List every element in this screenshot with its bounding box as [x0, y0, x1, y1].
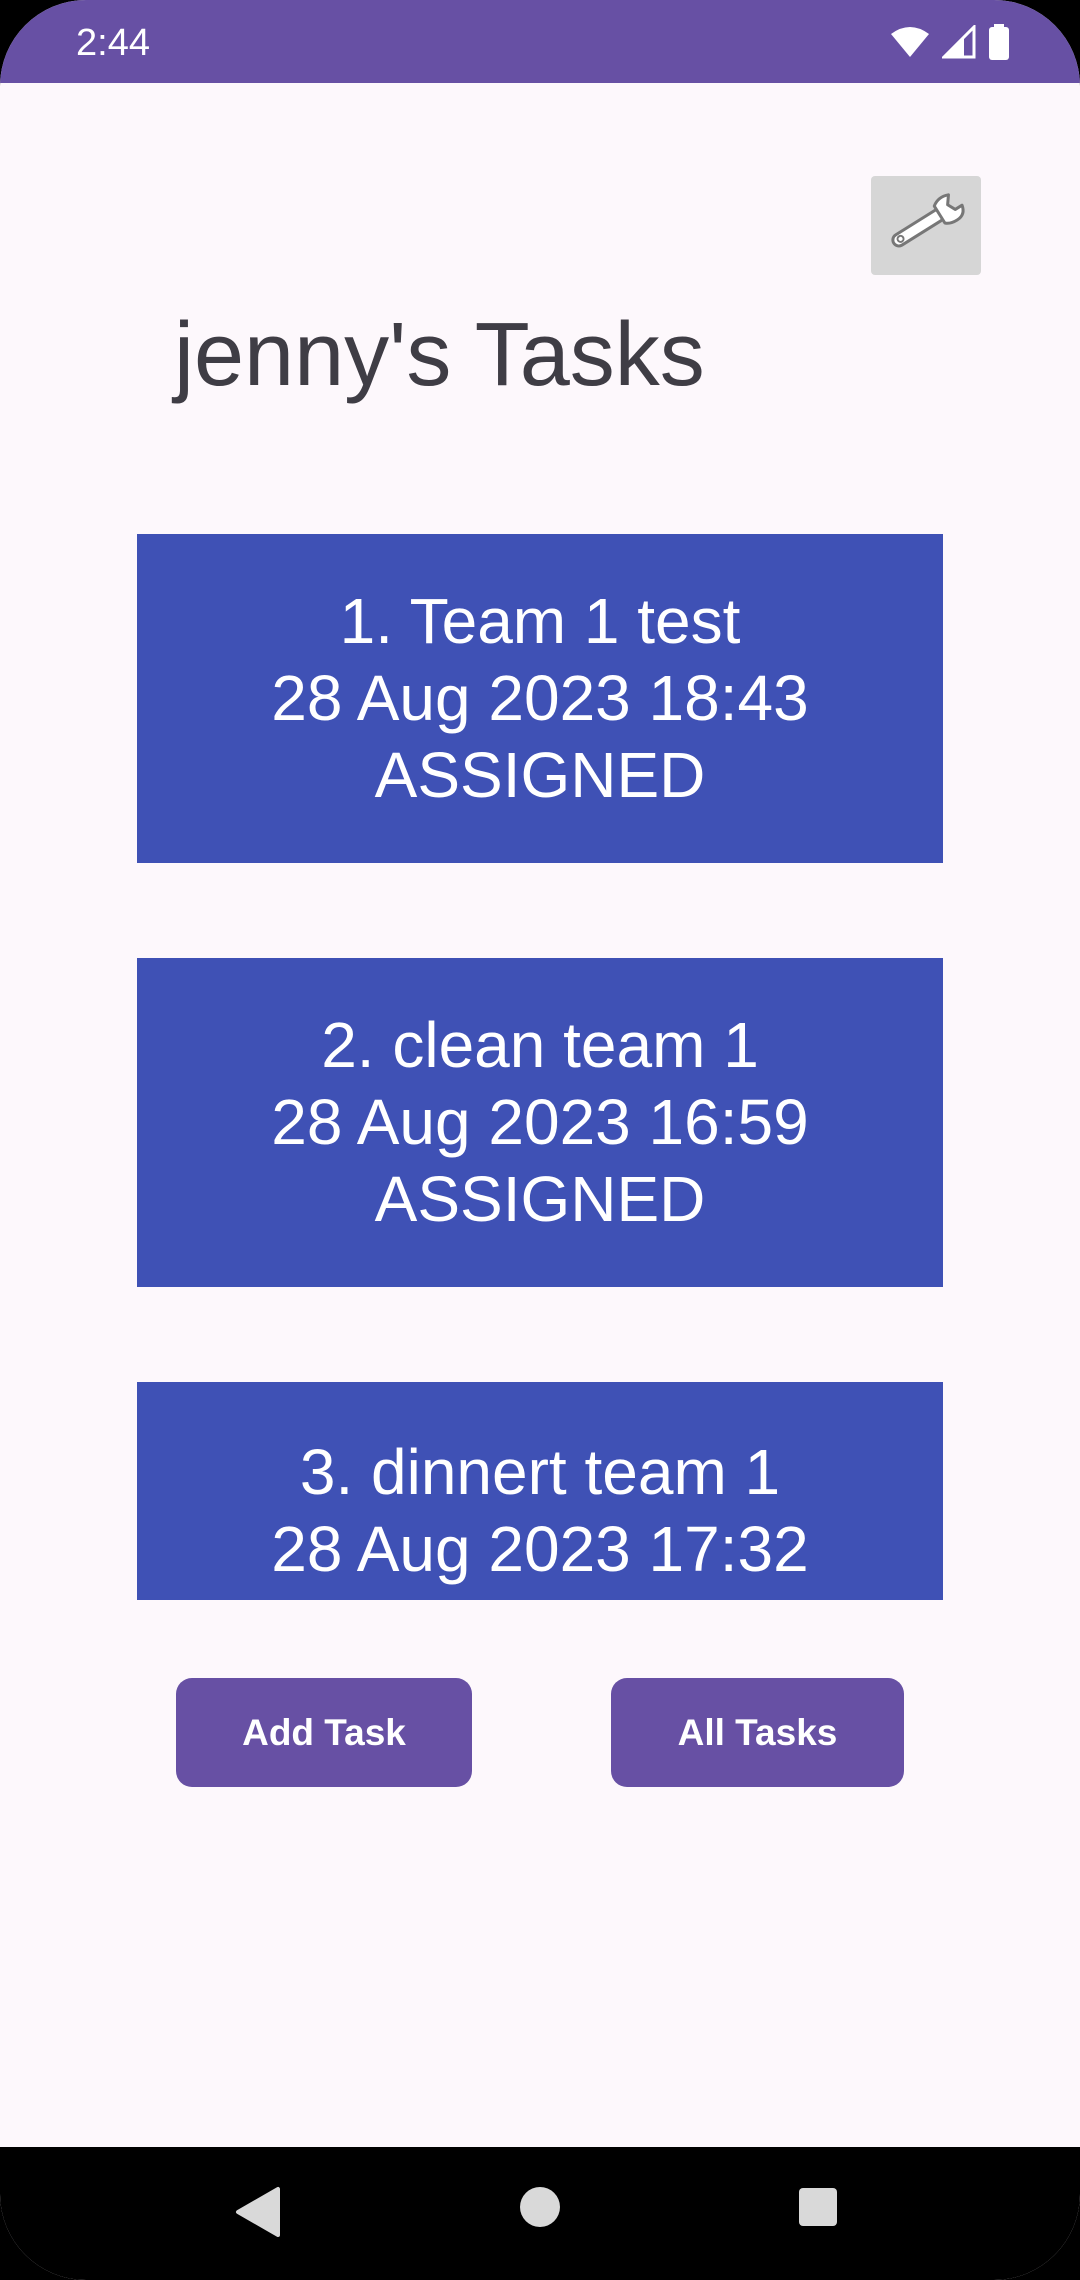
- task-datetime: 28 Aug 2023 18:43: [271, 662, 809, 734]
- recents-icon[interactable]: [796, 2185, 840, 2234]
- page-title: jenny's Tasks: [174, 305, 705, 405]
- status-time: 2:44: [76, 22, 150, 64]
- wrench-icon: [884, 193, 968, 258]
- app-screen: 2:44 jenny's Tasks 1. Team 1 test 28 Aug…: [0, 0, 1080, 2280]
- status-bar: 2:44: [0, 0, 1080, 83]
- task-title: 2. clean team 1: [321, 1009, 759, 1081]
- task-status: ASSIGNED: [374, 1163, 706, 1235]
- add-task-button[interactable]: Add Task: [176, 1678, 472, 1787]
- all-tasks-button[interactable]: All Tasks: [611, 1678, 904, 1787]
- task-list[interactable]: 1. Team 1 test 28 Aug 2023 18:43 ASSIGNE…: [137, 534, 943, 1600]
- back-icon[interactable]: [234, 2185, 282, 2244]
- navigation-bar: [0, 2147, 1080, 2280]
- task-card[interactable]: 3. dinnert team 1 28 Aug 2023 17:32: [137, 1382, 943, 1600]
- task-card[interactable]: 1. Team 1 test 28 Aug 2023 18:43 ASSIGNE…: [137, 534, 943, 863]
- home-icon[interactable]: [518, 2185, 562, 2234]
- status-icons: [890, 24, 1010, 60]
- wifi-icon: [890, 26, 930, 58]
- task-card[interactable]: 2. clean team 1 28 Aug 2023 16:59 ASSIGN…: [137, 958, 943, 1287]
- task-status: ASSIGNED: [374, 739, 706, 811]
- task-title: 1. Team 1 test: [339, 585, 741, 657]
- settings-button[interactable]: [871, 176, 981, 275]
- battery-icon: [988, 24, 1010, 60]
- task-title: 3. dinnert team 1: [299, 1436, 781, 1508]
- signal-icon: [942, 25, 976, 59]
- task-datetime: 28 Aug 2023 17:32: [271, 1513, 809, 1585]
- task-datetime: 28 Aug 2023 16:59: [271, 1086, 809, 1158]
